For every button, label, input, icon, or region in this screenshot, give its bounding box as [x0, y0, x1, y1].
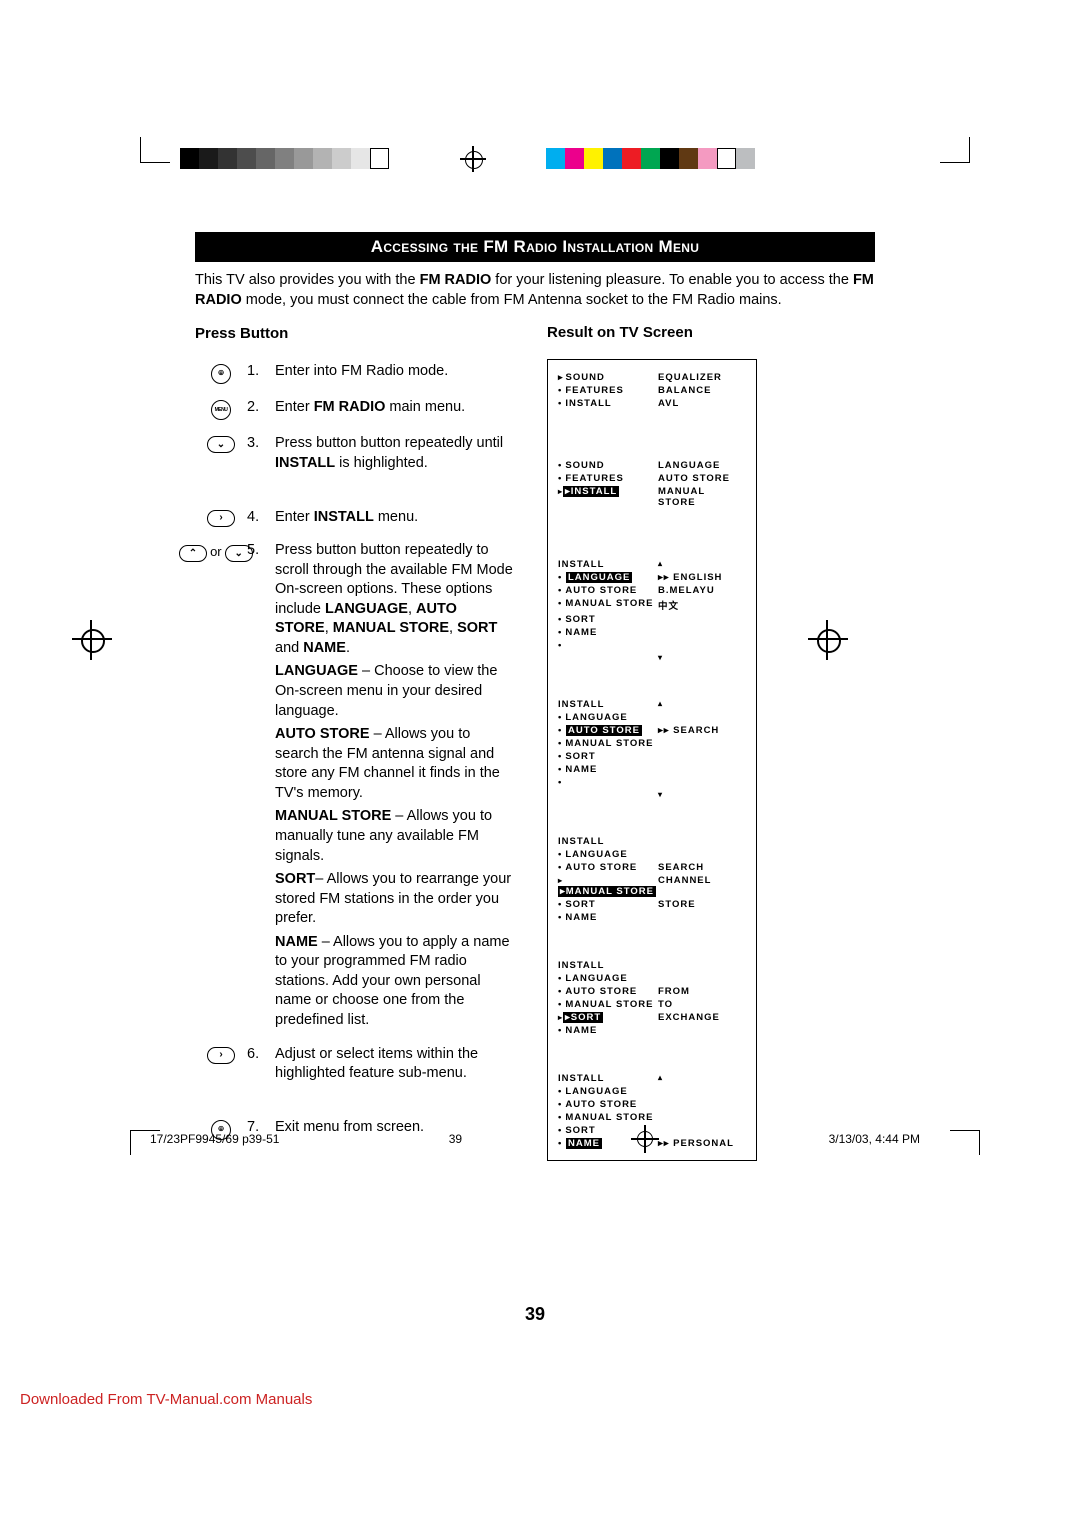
result-header: Result on TV Screen: [547, 324, 757, 341]
left-column: Press Button ⦾ 1. Enter into FM Radio mo…: [195, 324, 513, 1161]
footer-timestamp: 3/13/03, 4:44 PM: [829, 1132, 920, 1146]
down-button-icon: ⌄: [207, 436, 235, 453]
footer-page: 39: [449, 1132, 462, 1146]
page-number: 39: [195, 1304, 875, 1325]
screen-panel: INSTALLLANGUAGEAUTO STORESEARCH▸▸MANUAL …: [548, 824, 756, 934]
grayscale-bar: [180, 148, 389, 169]
step-3-text: Press button button repeatedly until INS…: [275, 434, 513, 473]
tv-screen-illustration: SOUNDEQUALIZERFEATURESBALANCEINSTALLAVL S…: [547, 359, 757, 1161]
crop-mark-bl: [110, 1115, 150, 1155]
screen-panel: SOUNDEQUALIZERFEATURESBALANCEINSTALLAVL: [548, 360, 756, 420]
section-heading: Accessing the FM Radio Installation Menu: [195, 232, 875, 262]
registration-mark-bottom: [631, 1125, 659, 1153]
name-desc: NAME – Allows you to apply a name to you…: [275, 933, 513, 1031]
crop-mark-br: [960, 1115, 1000, 1155]
color-bar: [546, 148, 755, 169]
intro-paragraph: This TV also provides you with the FM RA…: [195, 271, 875, 310]
manualstore-desc: MANUAL STORE – Allows you to manually tu…: [275, 807, 513, 866]
step-5-text: Press button button repeatedly to scroll…: [275, 541, 513, 658]
right-column: Result on TV Screen SOUNDEQUALIZERFEATUR…: [547, 324, 757, 1161]
crop-mark-tr: [940, 137, 1000, 182]
press-button-header: Press Button: [195, 324, 513, 344]
step-2-text: Enter FM RADIO main menu.: [275, 398, 513, 420]
step-6-text: Adjust or select items within the highli…: [275, 1045, 513, 1084]
down-button-icon-2: ⌄: [225, 545, 253, 562]
download-source-link[interactable]: Downloaded From TV-Manual.com Manuals: [20, 1391, 312, 1408]
page-content: Accessing the FM Radio Installation Menu…: [195, 232, 875, 1161]
up-button-icon: ⌃: [179, 545, 207, 562]
crop-mark-tl: [110, 137, 170, 182]
right-button-icon: ›: [207, 510, 235, 527]
printer-marks-top: [110, 140, 1000, 190]
registration-mark-top: [460, 146, 486, 172]
step-4-text: Enter INSTALL menu.: [275, 508, 513, 528]
screen-panel: INSTALL▴LANGUAGE• AUTO STORE▸▸ SEARCHMAN…: [548, 687, 756, 810]
screen-panel: INSTALLLANGUAGEAUTO STOREFROMMANUAL STOR…: [548, 948, 756, 1047]
right-button-icon-2: ›: [207, 1047, 235, 1064]
radio-mode-button-icon: ⦾: [211, 364, 231, 384]
autostore-desc: AUTO STORE – Allows you to search the FM…: [275, 725, 513, 803]
footer-file: 17/23PF9945/69 p39-51: [150, 1132, 279, 1146]
screen-panel: SOUNDLANGUAGEFEATURESAUTO STORE▸▸INSTALL…: [548, 448, 756, 519]
footer: 17/23PF9945/69 p39-51 39 3/13/03, 4:44 P…: [150, 1125, 920, 1153]
screen-panel: INSTALL▴• LANGUAGE▸▸ ENGLISHAUTO STOREB.…: [548, 547, 756, 673]
menu-button-icon: MENU: [211, 400, 231, 420]
sort-desc: SORT– Allows you to rearrange your store…: [275, 870, 513, 929]
language-desc: LANGUAGE – Choose to view the On-screen …: [275, 662, 513, 721]
step-1-text: Enter into FM Radio mode.: [275, 362, 513, 384]
or-label: or: [210, 544, 222, 559]
